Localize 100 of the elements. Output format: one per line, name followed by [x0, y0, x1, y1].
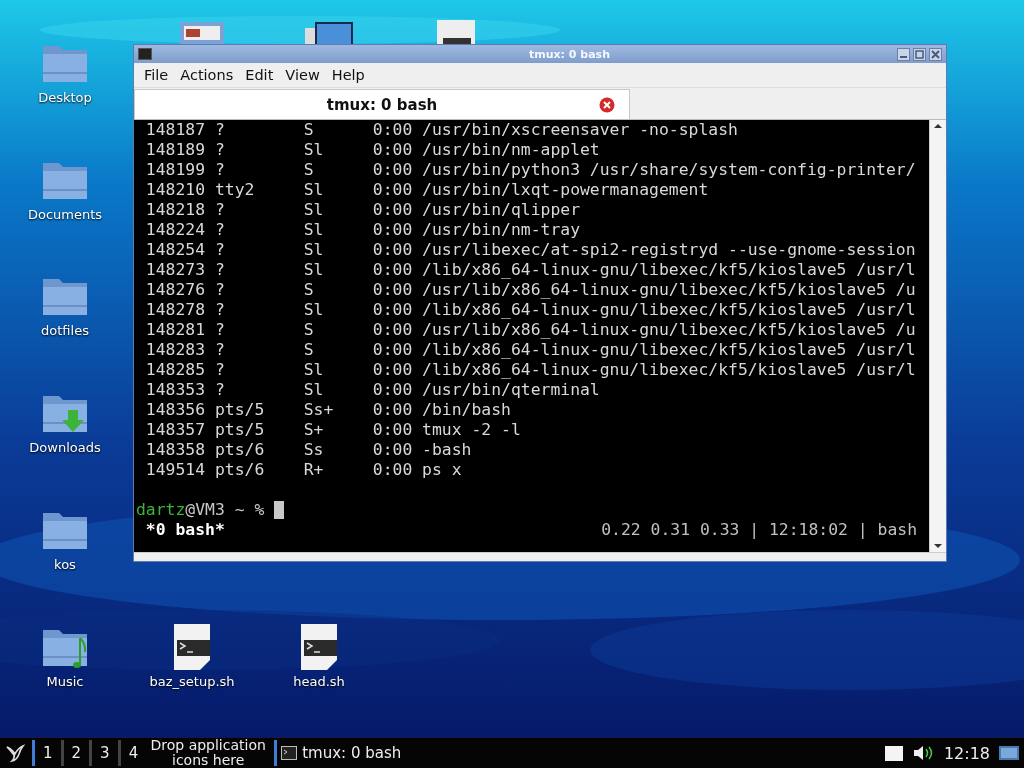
command-text: /lib/x86_64-linux-gnu/libexec/kf5/kioslave5 /usr/l — [422, 360, 916, 380]
time-text: 0:00 — [372, 260, 414, 280]
status-text: Sl — [303, 260, 325, 280]
tty-text: ? — [214, 260, 226, 280]
desktop-switcher[interactable]: 2 — [60, 740, 90, 766]
tty-text: ? — [214, 320, 226, 340]
desktop-switcher[interactable]: 3 — [89, 740, 118, 766]
time-text: 0:00 — [372, 240, 414, 260]
clock[interactable]: 12:18 — [943, 743, 990, 763]
icon-label[interactable]: dotfiles — [41, 323, 89, 338]
tab[interactable]: tmux: 0 bash — [134, 89, 630, 119]
bird-icon[interactable] — [4, 742, 26, 764]
icon-label[interactable]: baz_setup.sh — [149, 674, 235, 689]
time-text: 0:00 — [372, 120, 414, 140]
status-text: S — [303, 340, 315, 360]
command-text: /usr/lib/x86_64-linux-gnu/libexec/kf5/kioslave5 /u — [422, 320, 916, 340]
process-id: 148189 — [145, 140, 206, 160]
process-id: 148210 — [145, 180, 206, 200]
icon-label[interactable]: Documents — [27, 207, 103, 222]
tty-text: pts/6 — [214, 460, 266, 480]
process-id: 148187 — [145, 120, 206, 140]
terminal-icon — [138, 48, 152, 60]
status-text: Sl — [303, 380, 325, 400]
time-text: 0:00 — [372, 320, 414, 340]
desktop-switcher[interactable]: 1 — [32, 740, 61, 766]
process-id: 148254 — [145, 240, 206, 260]
status-text: Ss+ — [303, 400, 335, 420]
time-text: 0:00 — [372, 160, 414, 180]
status-text: Sl — [303, 180, 325, 200]
tty-text: pts/5 — [214, 420, 266, 440]
command-text: /lib/x86_64-linux-gnu/libexec/kf5/kioslave5 /usr/l — [422, 300, 916, 320]
tty-text: ? — [214, 120, 226, 140]
taskbar-task[interactable]: tmux: 0 bash — [274, 740, 402, 766]
scrollbar[interactable] — [929, 120, 946, 552]
process-id: 148276 — [145, 280, 206, 300]
menu-item[interactable]: View — [279, 67, 326, 83]
status-text: Sl — [303, 300, 325, 320]
time-text: 0:00 — [372, 280, 414, 300]
menu-item[interactable]: Actions — [174, 67, 240, 83]
tty-text: ? — [214, 140, 226, 160]
time-text: 0:00 — [372, 400, 414, 420]
status-text: S — [303, 160, 315, 180]
tty-text: ? — [214, 220, 226, 240]
desktop-icon[interactable] — [998, 744, 1020, 762]
time-text: 0:00 — [372, 440, 414, 460]
script-file-icon[interactable] — [172, 624, 212, 670]
script-file-icon[interactable] — [299, 624, 339, 670]
maximize-icon[interactable] — [913, 47, 926, 61]
status-text: R+ — [303, 460, 325, 480]
prompt-text: @VM3 ~ % — [185, 500, 265, 520]
icon-label[interactable]: kos — [54, 557, 76, 572]
command-text: /lib/x86_64-linux-gnu/libexec/kf5/kioslave5 /usr/l — [422, 260, 916, 280]
time-text: 0:00 — [372, 460, 414, 480]
tty-text: tty2 — [214, 180, 256, 200]
command-text: /usr/bin/lxqt-powermanagement — [422, 180, 709, 200]
text-cursor — [274, 501, 285, 519]
quicklaunch-hint: Drop application icons here — [149, 738, 267, 768]
status-text: S+ — [303, 420, 325, 440]
command-text: /usr/lib/x86_64-linux-gnu/libexec/kf5/kioslave5 /u — [422, 280, 916, 300]
status-text: Sl — [303, 200, 325, 220]
tty-text: ? — [214, 200, 226, 220]
close-icon[interactable] — [929, 47, 942, 61]
command-text: /usr/bin/qterminal — [422, 380, 600, 400]
tty-text: ? — [214, 360, 226, 380]
icon-label[interactable]: head.sh — [293, 674, 345, 689]
command-text: /usr/bin/qlipper — [422, 200, 580, 220]
folder-icon[interactable] — [180, 20, 224, 46]
time-text: 0:00 — [372, 300, 414, 320]
menu-item[interactable]: File — [138, 67, 175, 83]
status-text: Ss — [303, 440, 325, 460]
status-text: Sl — [303, 220, 325, 240]
command-text: -bash — [422, 440, 472, 460]
drive-icon[interactable] — [883, 744, 904, 762]
process-id: 148283 — [145, 340, 206, 360]
process-id: 148285 — [145, 360, 206, 380]
icon-label[interactable]: Music — [46, 674, 84, 689]
command-text: /usr/bin/nm-tray — [422, 220, 580, 240]
process-id: 149514 — [145, 460, 206, 480]
computer-icon[interactable] — [305, 20, 353, 46]
minimize-icon[interactable] — [897, 47, 910, 61]
status-text: S — [303, 320, 315, 340]
desktop-switcher[interactable]: 4 — [117, 740, 147, 766]
command-text: /usr/bin/xscreensaver -no-splash — [422, 120, 738, 140]
process-id: 148273 — [145, 260, 206, 280]
command-text: /bin/bash — [422, 400, 511, 420]
process-id: 148278 — [145, 300, 206, 320]
process-id: 148218 — [145, 200, 206, 220]
menu-item[interactable]: Edit — [239, 67, 280, 83]
command-text: /usr/bin/nm-applet — [422, 140, 600, 160]
status-text: Sl — [303, 240, 325, 260]
status-text: S — [303, 120, 315, 140]
process-id: 148356 — [145, 400, 206, 420]
process-id: 148281 — [145, 320, 206, 340]
status-text: Sl — [303, 360, 325, 380]
terminal-icon — [281, 746, 298, 760]
close-icon[interactable] — [599, 97, 615, 113]
file-icon[interactable] — [437, 20, 475, 46]
icon-label[interactable]: Downloads — [29, 440, 101, 455]
menu-item[interactable]: Help — [325, 67, 371, 83]
prompt-user: dartz — [136, 500, 186, 520]
